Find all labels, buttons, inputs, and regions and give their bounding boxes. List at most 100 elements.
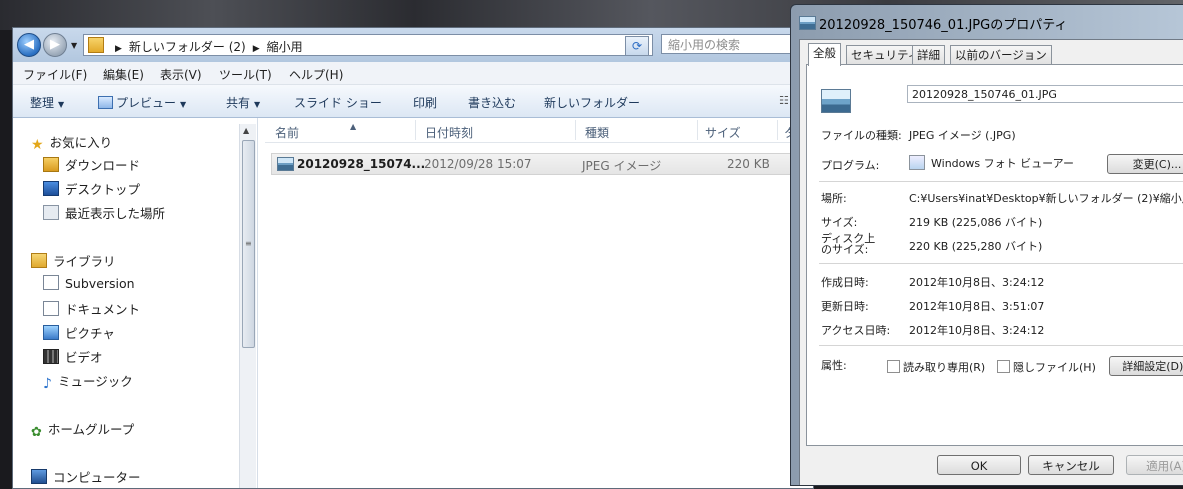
nav-recent-places[interactable]: 最近表示した場所 xyxy=(43,203,165,222)
refresh-button[interactable]: ⟳ xyxy=(625,36,649,56)
nav-videos[interactable]: ビデオ xyxy=(43,347,103,366)
created-value: 2012年10月8日、3:24:12 xyxy=(909,276,1045,289)
menu-edit[interactable]: 編集(E) xyxy=(103,66,144,83)
nav-label: デスクトップ xyxy=(65,182,141,197)
disk-size-label: ディスク上 のサイズ: xyxy=(821,233,875,255)
burn-button[interactable]: 書き込む xyxy=(468,94,516,111)
tab-general[interactable]: 全般 xyxy=(808,43,841,66)
menu-file[interactable]: ファイル(F) xyxy=(23,66,87,83)
share-label: 共有 xyxy=(226,96,251,110)
address-toolbar: ◀ ▶ ▼ ▶新しいフォルダー (2)▶縮小用 ▼ ⟳ 縮小用の検索 xyxy=(13,28,813,62)
nav-homegroup[interactable]: ✿ ホームグループ xyxy=(31,419,134,440)
preview-button[interactable]: プレビュー ▼ xyxy=(98,94,186,111)
breadcrumb-item[interactable]: 新しいフォルダー (2) xyxy=(129,40,246,54)
accessed-value: 2012年10月8日、3:24:12 xyxy=(909,324,1045,337)
disk-size-label-line2: のサイズ: xyxy=(821,243,869,256)
navigation-scrollbar[interactable]: ▲ ≡ xyxy=(239,124,256,488)
organize-button[interactable]: 整理 ▼ xyxy=(30,94,64,111)
nav-label: ドキュメント xyxy=(65,302,141,317)
music-icon: ♪ xyxy=(43,376,52,392)
disk-size-value: 220 KB (225,280 バイト) xyxy=(909,240,1043,253)
file-name: 20120928_15074... xyxy=(297,157,426,171)
hidden-label: 隠しファイル(H) xyxy=(1013,361,1096,374)
sort-ascending-icon: ▲ xyxy=(350,122,357,131)
created-label: 作成日時: xyxy=(821,276,869,289)
file-date: 2012/09/28 15:07 xyxy=(424,157,532,171)
column-date[interactable]: 日付時刻 xyxy=(425,124,473,141)
recent-pages-dropdown-icon[interactable]: ▼ xyxy=(71,41,77,50)
new-folder-button[interactable]: 新しいフォルダー xyxy=(544,94,640,111)
column-divider[interactable] xyxy=(777,120,778,140)
nav-documents[interactable]: ドキュメント xyxy=(43,299,140,318)
downloads-folder-icon xyxy=(43,157,59,172)
menu-view[interactable]: 表示(V) xyxy=(160,66,202,83)
share-button[interactable]: 共有 ▼ xyxy=(226,94,260,111)
location-label: 場所: xyxy=(821,192,847,205)
nav-favorites[interactable]: ★ お気に入り xyxy=(31,132,113,153)
hidden-checkbox[interactable]: 隠しファイル(H) xyxy=(997,359,1096,375)
nav-libraries[interactable]: ライブラリ xyxy=(31,251,116,270)
navigation-pane: ★ お気に入り ダウンロード デスクトップ 最近表示した場所 ライブラリ Subv… xyxy=(13,118,258,488)
file-size: 220 KB xyxy=(727,157,770,171)
column-divider[interactable] xyxy=(697,120,698,140)
checkbox-box[interactable] xyxy=(887,360,900,373)
nav-label: ライブラリ xyxy=(53,254,116,269)
search-input[interactable]: 縮小用の検索 xyxy=(661,34,809,54)
size-label: サイズ: xyxy=(821,216,858,229)
divider xyxy=(819,263,1183,264)
back-button[interactable]: ◀ xyxy=(17,33,41,57)
nav-computer[interactable]: コンピューター xyxy=(31,467,141,486)
nav-pictures[interactable]: ピクチャ xyxy=(43,323,115,342)
readonly-checkbox[interactable]: 読み取り専用(R) xyxy=(887,359,985,375)
tab-previous-versions[interactable]: 以前のバージョン xyxy=(950,45,1052,64)
chevron-down-icon: ▼ xyxy=(58,100,65,109)
filename-field[interactable]: 20120928_150746_01.JPG xyxy=(907,85,1183,103)
file-type-value: JPEG イメージ (.JPG) xyxy=(909,129,1016,142)
nav-label: お気に入り xyxy=(49,135,113,150)
general-panel: 20120928_150746_01.JPG ファイルの種類: JPEG イメー… xyxy=(806,64,1183,446)
address-bar[interactable]: ▶新しいフォルダー (2)▶縮小用 ▼ xyxy=(83,34,653,56)
scrollbar-thumb[interactable]: ≡ xyxy=(242,140,255,348)
library-icon xyxy=(31,253,47,268)
photo-viewer-icon xyxy=(909,155,925,170)
tab-details[interactable]: 詳細 xyxy=(912,45,945,64)
jpeg-file-icon xyxy=(277,157,294,171)
column-type[interactable]: 種類 xyxy=(585,124,609,141)
advanced-button[interactable]: 詳細設定(D)... xyxy=(1109,356,1183,376)
forward-button[interactable]: ▶ xyxy=(43,33,67,57)
cancel-button[interactable]: キャンセル xyxy=(1028,455,1114,475)
view-options-icon[interactable]: ☷ xyxy=(779,94,789,107)
slideshow-button[interactable]: スライド ショー xyxy=(294,94,382,111)
ok-button[interactable]: OK xyxy=(937,455,1021,475)
menu-tools[interactable]: ツール(T) xyxy=(219,66,272,83)
location-value: C:¥Users¥inat¥Desktop¥新しいフォルダー (2)¥縮小用 xyxy=(909,192,1183,205)
nav-desktop[interactable]: デスクトップ xyxy=(43,179,140,198)
apply-button[interactable]: 適用(A) xyxy=(1126,455,1183,475)
chevron-right-icon[interactable]: ▶ xyxy=(253,44,260,54)
print-button[interactable]: 印刷 xyxy=(413,94,437,111)
nav-downloads[interactable]: ダウンロード xyxy=(43,155,140,174)
file-type-label: ファイルの種類: xyxy=(821,129,902,142)
program-label: プログラム: xyxy=(821,159,880,172)
nav-label: 最近表示した場所 xyxy=(65,206,166,221)
menu-help[interactable]: ヘルプ(H) xyxy=(289,66,343,83)
column-divider[interactable] xyxy=(415,120,416,140)
column-divider[interactable] xyxy=(575,120,576,140)
file-row[interactable]: 20120928_15074... 2012/09/28 15:07 JPEG … xyxy=(271,153,805,175)
nav-subversion[interactable]: Subversion xyxy=(43,275,135,291)
change-program-button[interactable]: 変更(C)... xyxy=(1107,154,1183,174)
checkbox-box[interactable] xyxy=(997,360,1010,373)
file-type: JPEG イメージ xyxy=(582,159,662,173)
chevron-right-icon[interactable]: ▶ xyxy=(115,44,122,54)
column-size[interactable]: サイズ xyxy=(705,124,741,141)
modified-value: 2012年10月8日、3:51:07 xyxy=(909,300,1045,313)
breadcrumb-item[interactable]: 縮小用 xyxy=(267,40,303,54)
nav-label: コンピューター xyxy=(53,470,141,485)
chevron-down-icon: ▼ xyxy=(254,100,261,109)
nav-music[interactable]: ♪ ミュージック xyxy=(43,371,133,392)
scroll-up-icon[interactable]: ▲ xyxy=(243,126,249,135)
column-name[interactable]: 名前 ▲ xyxy=(275,122,356,141)
video-icon xyxy=(43,349,59,364)
computer-icon xyxy=(31,469,47,484)
folder-icon xyxy=(88,37,104,53)
